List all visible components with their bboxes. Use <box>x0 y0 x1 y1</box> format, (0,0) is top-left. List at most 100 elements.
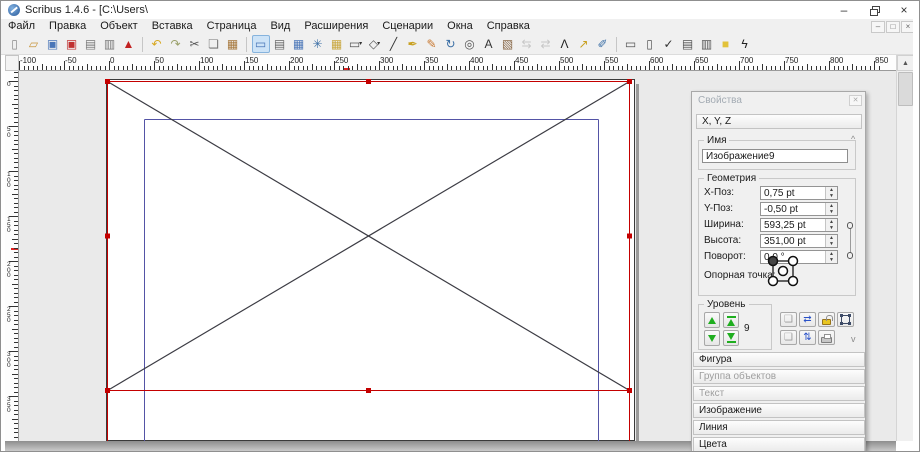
spin-down-icon[interactable]: ▼ <box>826 241 837 247</box>
redo-icon[interactable]: ↷ <box>167 35 185 53</box>
menu-item-2[interactable]: Объект <box>93 19 144 34</box>
edit-contents-icon[interactable]: A <box>480 35 498 53</box>
x-pos-spinbox[interactable]: 0,75 pt▲▼ <box>760 186 838 200</box>
copy-icon[interactable]: ❏ <box>205 35 223 53</box>
width-value[interactable]: 593,25 pt <box>761 219 825 231</box>
spin-down-icon[interactable]: ▼ <box>826 209 837 215</box>
height-value[interactable]: 351,00 pt <box>761 235 825 247</box>
insert-line-icon[interactable]: ╱ <box>385 35 403 53</box>
restore-button[interactable] <box>859 1 889 19</box>
pdf-checkbox-icon[interactable]: ✓ <box>660 35 678 53</box>
menu-item-0[interactable]: Файл <box>1 19 42 34</box>
pdf-push-button-icon[interactable]: ▭ <box>622 35 640 53</box>
y-pos-value[interactable]: -0,50 pt <box>761 203 825 215</box>
ungroup-objects-button[interactable]: ❏ <box>780 330 797 345</box>
section-line[interactable]: Линия <box>693 420 865 435</box>
flip-horizontal-button[interactable]: ⇄ <box>799 312 816 327</box>
menu-item-4[interactable]: Страница <box>200 19 264 34</box>
section-shape[interactable]: Фигура <box>693 352 865 367</box>
insert-freehand-icon[interactable]: ✎ <box>423 35 441 53</box>
lower-object-button[interactable] <box>704 330 720 346</box>
print-document-icon[interactable]: ▤ <box>82 35 100 53</box>
vertical-scrollbar[interactable]: ▲ <box>896 55 913 441</box>
raise-to-top-button[interactable] <box>723 312 739 328</box>
lower-to-bottom-button[interactable] <box>723 330 739 346</box>
width-spinbox[interactable]: 593,25 pt▲▼ <box>760 218 838 232</box>
insert-image-frame-icon[interactable]: ▦ <box>290 35 308 53</box>
lock-object-button[interactable] <box>818 312 835 327</box>
spin-down-icon[interactable]: ▼ <box>826 193 837 199</box>
menu-item-1[interactable]: Правка <box>42 19 93 34</box>
new-document-icon[interactable]: ▯ <box>6 35 24 53</box>
ruler-tick <box>685 66 686 70</box>
minimize-button[interactable]: – <box>829 1 859 19</box>
x-pos-value[interactable]: 0,75 pt <box>761 187 825 199</box>
menu-item-8[interactable]: Окна <box>440 19 480 34</box>
object-name-input[interactable]: Изображение9 <box>702 149 848 163</box>
insert-table-icon[interactable]: ▦ <box>328 35 346 53</box>
ruler-tick <box>51 66 52 70</box>
insert-render-frame-icon[interactable]: ✳ <box>309 35 327 53</box>
tab-xyz[interactable]: X, Y, Z <box>696 114 862 129</box>
eye-dropper-icon[interactable]: ✐ <box>594 35 612 53</box>
lock-size-button[interactable] <box>837 312 854 327</box>
undo-icon[interactable]: ↶ <box>148 35 166 53</box>
select-item-icon[interactable]: ▭ <box>252 35 270 53</box>
copy-item-properties-icon[interactable]: ↗ <box>575 35 593 53</box>
height-spinbox[interactable]: 351,00 pt▲▼ <box>760 234 838 248</box>
pdf-list-box-icon[interactable]: ▥ <box>698 35 716 53</box>
pdf-annotation-icon[interactable]: ■ <box>717 35 735 53</box>
menu-item-7[interactable]: Сценарии <box>375 19 440 34</box>
section-colors[interactable]: Цвета <box>693 437 865 452</box>
enable-printing-button[interactable] <box>818 330 835 345</box>
link-text-frames-icon[interactable]: ⇆ <box>518 35 536 53</box>
unlink-text-frames-icon[interactable]: ⇄ <box>537 35 555 53</box>
ruler-tick <box>69 66 70 70</box>
export-pdf-icon[interactable]: ▲ <box>120 35 138 53</box>
spin-down-icon[interactable]: ▼ <box>826 257 837 263</box>
insert-shape-icon[interactable]: ▭▾ <box>347 35 365 53</box>
open-document-icon[interactable]: ▱ <box>25 35 43 53</box>
raise-object-button[interactable] <box>704 312 720 328</box>
scrollbar-thumb[interactable] <box>898 72 913 106</box>
link-width-height-icon[interactable] <box>846 222 856 262</box>
cut-icon[interactable]: ✂ <box>186 35 204 53</box>
group-objects-button[interactable]: ❏ <box>780 312 797 327</box>
ruler-tick <box>537 64 538 70</box>
paste-icon[interactable]: ▦ <box>224 35 242 53</box>
horizontal-ruler[interactable]: -100-50050100150200250300350400450500550… <box>19 55 896 71</box>
zoom-icon[interactable]: ◎ <box>461 35 479 53</box>
close-document-icon[interactable]: ▣ <box>63 35 81 53</box>
insert-polygon-icon[interactable]: ◇▾ <box>366 35 384 53</box>
scroll-up-icon[interactable]: ▲ <box>897 55 914 71</box>
vertical-ruler[interactable]: 05 01 0 01 5 02 0 02 5 03 0 03 5 04 0 0 <box>5 71 19 441</box>
menu-item-5[interactable]: Вид <box>263 19 297 34</box>
pdf-combo-box-icon[interactable]: ▤ <box>679 35 697 53</box>
basepoint-selector[interactable] <box>766 254 800 288</box>
palette-titlebar[interactable]: Свойства ✕ <box>692 92 865 108</box>
insert-text-frame-icon[interactable]: ▤ <box>271 35 289 53</box>
menu-item-9[interactable]: Справка <box>480 19 537 34</box>
section-image[interactable]: Изображение <box>693 403 865 418</box>
flip-vertical-button[interactable]: ⇅ <box>799 330 816 345</box>
y-pos-spinbox[interactable]: -0,50 pt▲▼ <box>760 202 838 216</box>
palette-scroll-down-icon[interactable]: v <box>851 334 856 344</box>
insert-bezier-icon[interactable]: ✒ <box>404 35 422 53</box>
ruler-tick <box>163 66 164 70</box>
mdi-restore-button[interactable]: □ <box>886 21 900 33</box>
ruler-tick <box>14 347 18 348</box>
rotate-item-icon[interactable]: ↻ <box>442 35 460 53</box>
mdi-minimize-button[interactable]: – <box>871 21 885 33</box>
preflight-verifier-icon[interactable]: ▥ <box>101 35 119 53</box>
pdf-link-icon[interactable]: ϟ <box>736 35 754 53</box>
spin-down-icon[interactable]: ▼ <box>826 225 837 231</box>
story-editor-icon[interactable]: ▧ <box>499 35 517 53</box>
dropdown-arrow-icon[interactable]: ▾ <box>377 41 380 47</box>
pdf-text-field-icon[interactable]: ▯ <box>641 35 659 53</box>
palette-close-icon[interactable]: ✕ <box>849 95 862 106</box>
menu-item-3[interactable]: Вставка <box>145 19 200 34</box>
save-document-icon[interactable]: ▣ <box>44 35 62 53</box>
dropdown-arrow-icon[interactable]: ▾ <box>359 41 362 47</box>
menu-item-6[interactable]: Расширения <box>297 19 375 34</box>
measurements-icon[interactable]: Λ <box>556 35 574 53</box>
